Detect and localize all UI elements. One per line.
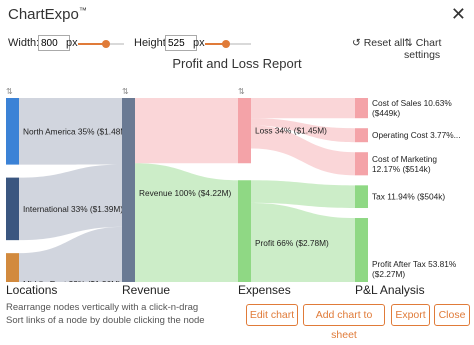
trademark-symbol: ™ — [78, 6, 87, 15]
hint-sort-links: Sort links of a node by double clicking … — [6, 315, 205, 326]
add-chart-to-sheet-button[interactable]: Add chart to sheet — [303, 304, 385, 341]
node-me[interactable] — [6, 253, 19, 282]
node-opc[interactable] — [355, 128, 368, 143]
width-slider-handle[interactable] — [102, 40, 110, 48]
link-rev-loss[interactable] — [135, 98, 238, 164]
node-label-pat: Profit After Tax 53.81% ($2.27M) — [372, 259, 457, 279]
title-bar: ChartExpo™ ✕ — [0, 0, 474, 30]
node-label-com: Cost of Marketing 12.17% ($514k) — [372, 154, 437, 174]
close-icon[interactable]: ✕ — [451, 4, 466, 25]
node-intl[interactable] — [6, 177, 19, 241]
width-slider[interactable] — [78, 40, 124, 48]
node-label-loss: Loss 34% ($1.45M) — [255, 126, 327, 136]
node-pat[interactable] — [355, 218, 368, 282]
node-cos[interactable] — [355, 98, 368, 119]
node-profit[interactable] — [238, 180, 251, 282]
reset-all-label: Reset all — [363, 37, 405, 49]
settings-icon: ⇅ — [404, 37, 416, 49]
size-toolbar: Width: px Height: px ↺ Reset all ⇅ Chart… — [0, 32, 474, 61]
height-label: Height: — [134, 37, 169, 49]
app-name: ChartExpo — [8, 6, 79, 23]
node-tax[interactable] — [355, 185, 368, 209]
height-slider-handle[interactable] — [222, 40, 230, 48]
node-label-opc: Operating Cost 3.77%... — [372, 130, 461, 140]
sankey-chart: North America 35% ($1.48M) International … — [6, 87, 461, 282]
export-button[interactable]: Export — [391, 304, 430, 326]
reset-all-button[interactable]: ↺ Reset all — [352, 37, 405, 49]
link-rev-profit[interactable] — [135, 163, 238, 282]
node-label-na: North America 35% ($1.48M) — [23, 126, 130, 136]
width-unit: px — [66, 37, 78, 49]
reset-icon: ↺ — [352, 37, 364, 49]
height-slider[interactable] — [205, 40, 251, 48]
stage-label-expenses: Expenses — [238, 283, 291, 297]
sort-arrows-icon[interactable]: ⇅ — [238, 87, 245, 96]
node-na[interactable] — [6, 98, 19, 165]
node-loss[interactable] — [238, 98, 251, 164]
close-button[interactable]: Close — [434, 304, 470, 326]
node-label-me: Middle East 32% ($1.36M) — [23, 279, 121, 282]
stage-label-revenue: Revenue — [122, 283, 171, 297]
node-com[interactable] — [355, 152, 368, 176]
edit-chart-button[interactable]: Edit chart — [246, 304, 298, 326]
sort-arrows-icon[interactable]: ⇅ — [6, 87, 13, 96]
node-rev[interactable] — [122, 98, 135, 282]
link-loss-cos[interactable] — [251, 98, 355, 119]
node-label-intl: International 33% ($1.39M) — [23, 204, 123, 214]
width-label: Width: — [8, 37, 40, 49]
node-label-profit: Profit 66% ($2.78M) — [255, 238, 329, 248]
node-label-rev: Revenue 100% ($4.22M) — [139, 188, 231, 198]
node-label-tax: Tax 11.94% ($504k) — [372, 192, 445, 202]
hint-rearrange: Rearrange nodes vertically with a click-… — [6, 302, 199, 313]
app-title: ChartExpo™ — [8, 6, 87, 23]
sort-arrows-icon[interactable]: ⇅ — [122, 87, 129, 96]
stage-label-pl-analysis: P&L Analysis — [355, 283, 425, 297]
stage-label-locations: Locations — [6, 283, 58, 297]
node-label-cos: Cost of Sales 10.63% ($449k) — [372, 98, 452, 118]
height-unit: px — [193, 37, 205, 49]
chart-title: Profit and Loss Report — [172, 56, 302, 71]
